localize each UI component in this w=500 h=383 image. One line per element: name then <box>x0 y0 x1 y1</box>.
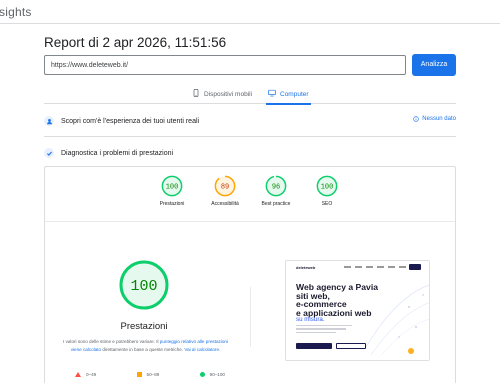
score-performance[interactable]: 100 Prestazioni <box>152 175 192 207</box>
tab-desktop-label: Computer <box>280 90 309 98</box>
preview-button-secondary <box>336 343 366 349</box>
analyze-button[interactable]: Analizza <box>412 54 456 76</box>
no-data-indicator[interactable]: Nessun dato <box>413 116 456 122</box>
seo-gauge: 100 <box>316 175 338 197</box>
score-accessibility[interactable]: 89 Accessibilità <box>205 175 245 207</box>
best-practices-score: 96 <box>272 184 280 192</box>
preview-menu <box>344 266 406 268</box>
description-text-1: I valori sono delle stime e potrebbero v… <box>63 339 160 344</box>
tab-mobile[interactable]: Dispositivi mobili <box>192 84 252 104</box>
real-users-label: Scopri com'è l'esperienza dei tuoi utent… <box>61 117 200 125</box>
seo-score: 100 <box>321 184 334 192</box>
real-users-section[interactable]: Scopri com'è l'esperienza dei tuoi utent… <box>44 113 456 129</box>
performance-main-score: 100 <box>130 278 157 295</box>
preview-headline: Web agency a Pavia siti web, e-commerce … <box>296 283 378 317</box>
app-name: sights <box>0 5 32 19</box>
seo-title: SEO <box>321 201 333 207</box>
diagnostics-section[interactable]: Diagnostica i problemi di prestazioni <box>44 145 456 161</box>
performance-main-gauge: 100 <box>119 260 169 310</box>
performance-score: 100 <box>166 184 179 192</box>
report-card: 100 Prestazioni 89 Accessibilità 96 Best… <box>44 166 456 383</box>
accessibility-gauge: 89 <box>214 175 236 197</box>
best-practices-gauge: 96 <box>265 175 287 197</box>
tab-mobile-label: Dispositivi mobili <box>204 90 253 98</box>
preview-subheadline: su misura. <box>296 316 325 323</box>
circle-icon <box>199 372 205 377</box>
triangle-icon <box>75 372 81 377</box>
page-screenshot: deleteweb Web agency a Pavia siti web, e… <box>285 260 430 361</box>
info-icon <box>413 116 419 122</box>
score-description: I valori sono delle stime e potrebbero v… <box>58 338 233 354</box>
diagnostics-icon <box>44 148 54 158</box>
legend-average: 50–89 <box>136 372 160 377</box>
performance-gauge: 100 <box>161 175 183 197</box>
preview-nav: deleteweb <box>286 261 429 275</box>
users-icon <box>44 116 54 126</box>
accessibility-score: 89 <box>221 184 229 192</box>
smartphone-icon <box>192 89 200 99</box>
desktop-icon <box>268 89 276 99</box>
square-icon <box>136 372 142 377</box>
score-seo[interactable]: 100 SEO <box>307 175 347 207</box>
card-divider <box>45 221 455 222</box>
accessibility-title: Accessibilità <box>211 201 239 207</box>
score-legend: 0–49 50–89 90–100 <box>75 372 225 377</box>
preview-cta <box>409 264 421 270</box>
preview-logo: deleteweb <box>296 265 316 270</box>
legend-good: 90–100 <box>199 372 225 377</box>
legend-poor: 0–49 <box>75 372 96 377</box>
no-data-label: Nessun dato <box>422 116 456 122</box>
section-divider <box>44 136 456 137</box>
tab-desktop[interactable]: Computer <box>266 84 311 105</box>
report-title: Report di 2 apr 2026, 11:51:56 <box>44 35 227 50</box>
calculator-link[interactable]: Vai al calcolatore. <box>184 347 220 352</box>
score-best-practices[interactable]: 96 Best practice <box>256 175 296 207</box>
url-input[interactable]: https://www.deleteweb.it/ <box>44 55 406 75</box>
legend-good-range: 90–100 <box>209 372 225 377</box>
vertical-divider <box>250 287 251 347</box>
preview-button-primary <box>296 343 332 349</box>
legend-average-range: 50–89 <box>146 372 160 377</box>
device-tabs: Dispositivi mobili Computer <box>44 84 456 105</box>
top-bar: sights <box>0 0 500 24</box>
performance-main-title: Prestazioni <box>120 321 168 332</box>
diagnostics-label: Diagnostica i problemi di prestazioni <box>61 149 174 157</box>
performance-title: Prestazioni <box>159 201 185 207</box>
preview-paragraph <box>296 325 356 335</box>
best-practices-title: Best practice <box>261 201 291 207</box>
legend-poor-range: 0–49 <box>86 372 97 377</box>
description-text-2: direttamente in base a queste metriche. <box>101 347 185 352</box>
